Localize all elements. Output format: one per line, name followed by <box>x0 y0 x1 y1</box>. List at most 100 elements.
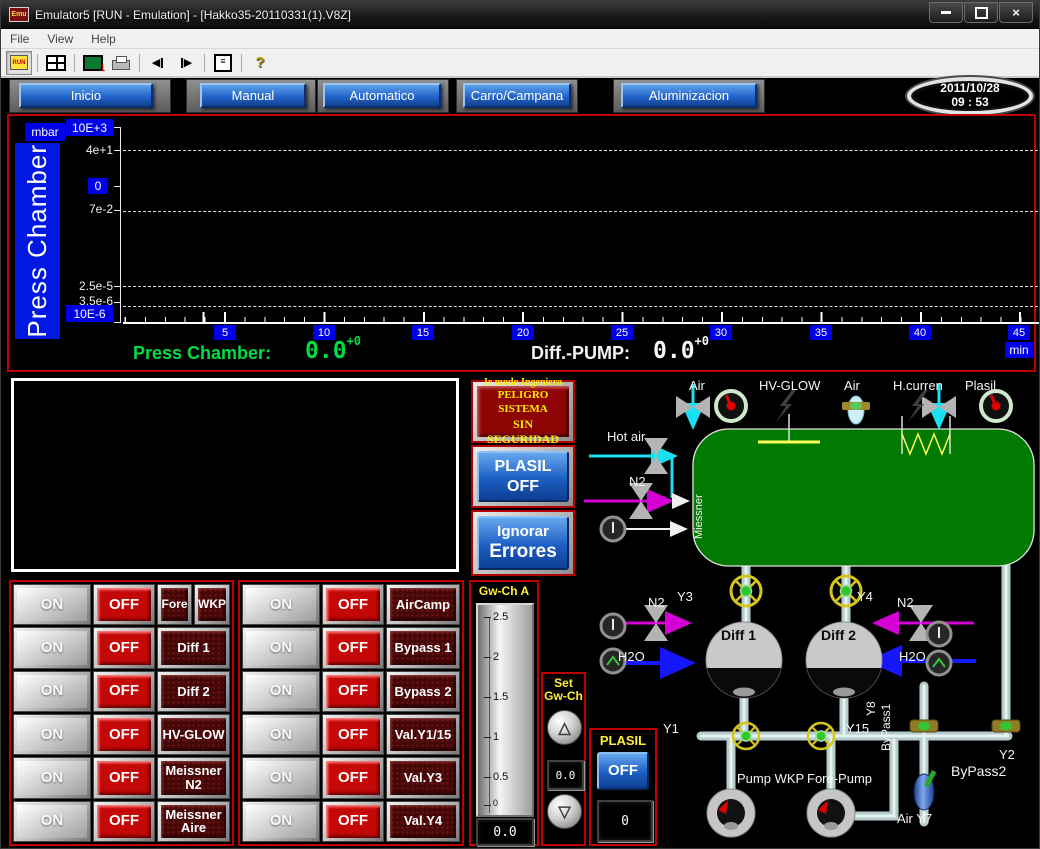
report-button[interactable]: ≡ <box>210 51 236 75</box>
gridline <box>123 211 1038 212</box>
step-forward-button[interactable]: ▶ <box>173 51 199 75</box>
help-button[interactable]: ? <box>247 51 273 75</box>
off-button[interactable]: OFF <box>322 757 384 798</box>
tab-aluminizacion[interactable]: Aluminizacion <box>621 83 757 108</box>
on-button[interactable]: ON <box>13 671 91 712</box>
off-button[interactable]: OFF <box>322 584 384 625</box>
diff1-label-button[interactable]: Diff 1 <box>157 627 230 668</box>
n2-right-label: N2 <box>897 595 914 610</box>
meissner-n2-label-button[interactable]: Meissner N2 <box>157 757 230 798</box>
menu-view[interactable]: View <box>38 32 82 46</box>
app-icon: Emu <box>9 7 29 22</box>
on-button[interactable]: ON <box>242 584 320 625</box>
y2-label: Y2 <box>999 747 1015 762</box>
off-button[interactable]: OFF <box>322 671 384 712</box>
off-button[interactable]: OFF <box>93 757 155 798</box>
vacuum-chamber <box>693 429 1034 566</box>
step-back-icon: ◀ <box>152 56 164 69</box>
aircamp-label-button[interactable]: AirCamp <box>386 584 460 625</box>
on-button[interactable]: ON <box>13 801 91 842</box>
gridline <box>123 286 1038 287</box>
meissner-aire-label-button[interactable]: Meissner Aire <box>157 801 230 842</box>
title-bar: Emu Emulator5 [RUN - Emulation] - [Hakko… <box>1 1 1040 29</box>
up-triangle-icon: △ <box>558 718 570 738</box>
off-button[interactable]: OFF <box>93 584 155 625</box>
x-tick-label: 40 <box>909 325 931 340</box>
x-tick-label: 35 <box>810 325 832 340</box>
off-button[interactable]: OFF <box>322 627 384 668</box>
x-tick-label: 5 <box>214 325 236 340</box>
gridline <box>123 306 1038 307</box>
set-gwch-panel: Set Gw-Ch △ 0.0 ▽ <box>541 672 586 846</box>
bypass2-label-button[interactable]: Bypass 2 <box>386 671 460 712</box>
on-button[interactable]: ON <box>242 757 320 798</box>
y-zero-label: 0 <box>88 178 108 194</box>
run-icon: RUN <box>10 55 28 70</box>
off-button[interactable]: OFF <box>93 671 155 712</box>
on-button[interactable]: ON <box>242 671 320 712</box>
switch-row-meissner-n2: ON OFF Meissner N2 <box>12 756 231 799</box>
off-button[interactable]: OFF <box>322 714 384 755</box>
engineer-mode-button[interactable]: Ir modo Ingeniero PELIGRO SISTEMA SIN SE… <box>477 386 569 437</box>
step-back-button[interactable]: ◀ <box>145 51 171 75</box>
pump-wkp-label: Pump WKP <box>737 771 804 786</box>
increment-button[interactable]: △ <box>547 710 582 745</box>
tab-manual[interactable]: Manual <box>200 83 306 108</box>
print-button[interactable] <box>108 51 134 75</box>
unit-label: mbar <box>25 123 65 141</box>
bypass-valve-y2 <box>992 720 1020 732</box>
diff2-label-button[interactable]: Diff 2 <box>157 671 230 712</box>
on-button[interactable]: ON <box>242 801 320 842</box>
decrement-button[interactable]: ▽ <box>547 794 582 829</box>
y-axis-bottom-label: 10E-6 <box>66 305 113 322</box>
ignore-errors-button[interactable]: Ignorar Errores <box>477 516 569 570</box>
val-y1-15-label-button[interactable]: Val.Y1/15 <box>386 714 460 755</box>
tab-carro-campana[interactable]: Carro/Campana <box>463 83 571 108</box>
close-button[interactable]: × <box>999 2 1033 23</box>
plasil-off-button[interactable]: PLASILOFF <box>477 451 569 502</box>
on-button[interactable]: ON <box>13 584 91 625</box>
fore-label-button[interactable]: Fore <box>157 584 192 625</box>
x-tick-label: 20 <box>512 325 534 340</box>
air-mid-label: Air <box>844 378 860 393</box>
off-button[interactable]: OFF <box>93 801 155 842</box>
val-y3-label-button[interactable]: Val.Y3 <box>386 757 460 798</box>
screen-button[interactable]: 1 <box>80 51 106 75</box>
toolbar: RUN 1 ◀ ▶ ≡ ? <box>1 49 1040 78</box>
on-button[interactable]: ON <box>242 714 320 755</box>
menu-help[interactable]: Help <box>82 32 125 46</box>
on-button[interactable]: ON <box>242 627 320 668</box>
tab-automatico[interactable]: Automatico <box>323 83 441 108</box>
tab-inicio[interactable]: Inicio <box>19 83 153 108</box>
on-button[interactable]: ON <box>13 627 91 668</box>
bypass1-label-button[interactable]: Bypass 1 <box>386 627 460 668</box>
plasil-toggle-button[interactable]: OFF <box>597 752 649 790</box>
bypass2-label: ByPass2 <box>951 763 1006 779</box>
minimize-button[interactable] <box>929 2 963 23</box>
maximize-button[interactable] <box>964 2 998 23</box>
tile-windows-button[interactable] <box>43 51 69 75</box>
maximize-icon <box>975 7 988 19</box>
switch-row-diff2: ON OFF Diff 2 <box>12 670 231 713</box>
off-button[interactable]: OFF <box>93 714 155 755</box>
miessner-label: Miessner <box>693 463 705 539</box>
pump-wkp <box>707 789 755 837</box>
off-button[interactable]: OFF <box>322 801 384 842</box>
x-axis-line <box>123 322 1039 324</box>
toolbar-separator <box>241 54 242 72</box>
plasil-panel-title: PLASIL <box>591 733 655 748</box>
run-button[interactable]: RUN <box>6 51 32 75</box>
hv-glow-label-button[interactable]: HV-GLOW <box>157 714 230 755</box>
on-button[interactable]: ON <box>13 714 91 755</box>
screen-icon: 1 <box>83 55 103 71</box>
message-log-box <box>11 378 459 572</box>
wkp-label-button[interactable]: WKP <box>194 584 230 625</box>
menu-file[interactable]: File <box>1 32 38 46</box>
minimize-icon <box>941 11 951 14</box>
pressure-gauge <box>716 391 746 421</box>
on-button[interactable]: ON <box>13 757 91 798</box>
pressure-gauge <box>981 391 1011 421</box>
val-y4-label-button[interactable]: Val.Y4 <box>386 801 460 842</box>
off-button[interactable]: OFF <box>93 627 155 668</box>
set-title-2: Gw-Ch <box>543 689 584 703</box>
